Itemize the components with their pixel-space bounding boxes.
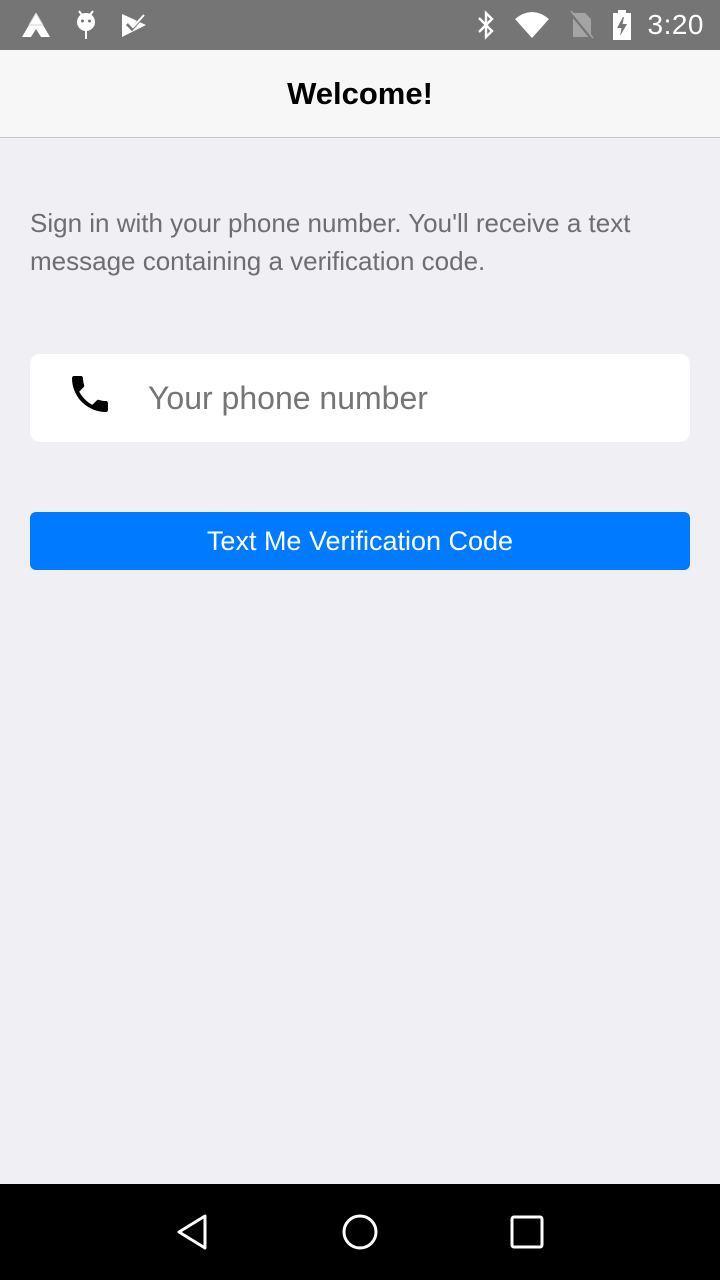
page-title: Welcome! [287, 75, 433, 111]
home-button[interactable] [330, 1202, 390, 1262]
system-nav-bar [0, 1184, 720, 1280]
phone-number-input[interactable] [148, 354, 668, 442]
bluetooth-icon [476, 10, 496, 40]
status-clock: 3:20 [647, 9, 704, 40]
android-debug-icon [74, 9, 98, 41]
task-check-icon [120, 11, 148, 39]
status-right-icons: 3:20 [458, 9, 705, 41]
text-verification-code-button[interactable]: Text Me Verification Code [30, 512, 690, 570]
recents-button[interactable] [497, 1202, 557, 1262]
phone-number-field[interactable] [30, 354, 690, 442]
battery-charging-icon [612, 9, 632, 41]
status-left-icons [20, 9, 170, 41]
recents-square-icon [510, 1215, 544, 1249]
back-button[interactable] [163, 1202, 223, 1262]
home-circle-icon [342, 1214, 378, 1250]
back-triangle-icon [177, 1214, 207, 1250]
phone-icon [66, 370, 114, 418]
app-header: Welcome! [0, 50, 720, 138]
launcher-triangle-icon [20, 11, 52, 39]
no-sim-icon [568, 10, 594, 40]
sign-in-instructions: Sign in with your phone number. You'll r… [30, 208, 631, 276]
status-bar: 3:20 [0, 0, 720, 50]
wifi-icon [514, 11, 550, 39]
